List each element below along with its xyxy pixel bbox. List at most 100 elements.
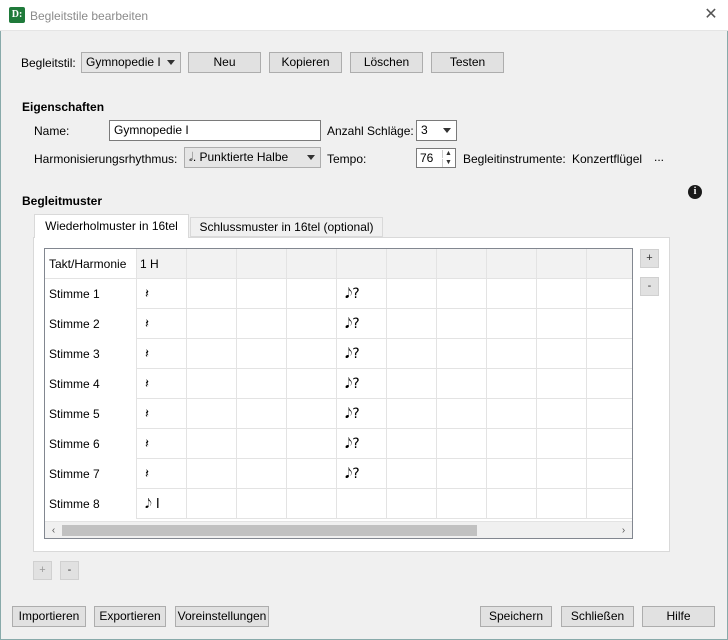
horizontal-scrollbar[interactable]: ‹ › [45, 521, 632, 538]
column-header[interactable] [287, 249, 337, 279]
row-header[interactable]: Stimme 4 [45, 369, 137, 399]
column-header[interactable] [587, 249, 632, 279]
grid-cell[interactable] [187, 429, 237, 459]
scroll-left-icon[interactable]: ‹ [45, 522, 62, 538]
grid-cell[interactable] [587, 429, 632, 459]
beats-select[interactable]: 3 [416, 120, 457, 141]
row-header[interactable]: Stimme 5 [45, 399, 137, 429]
grid-cell[interactable]: 𝄽 [137, 339, 187, 369]
grid-cell[interactable] [587, 309, 632, 339]
grid-cell[interactable]: 𝅘𝅥𝅮? [337, 369, 387, 399]
grid-cell[interactable] [537, 309, 587, 339]
grid-cell[interactable] [437, 279, 487, 309]
test-button[interactable]: Testen [431, 52, 504, 73]
grid-cell[interactable] [487, 459, 537, 489]
grid-cell[interactable] [537, 339, 587, 369]
add-row-button[interactable]: + [33, 561, 52, 580]
row-header[interactable]: Stimme 3 [45, 339, 137, 369]
grid-cell[interactable]: 𝅘𝅥𝅮? [337, 429, 387, 459]
delete-button[interactable]: Löschen [350, 52, 423, 73]
style-select[interactable]: Gymnopedie I [81, 52, 181, 73]
grid-cell[interactable] [387, 339, 437, 369]
grid-cell[interactable] [487, 339, 537, 369]
grid-cell[interactable] [237, 459, 287, 489]
column-header[interactable] [437, 249, 487, 279]
grid-cell[interactable] [587, 279, 632, 309]
grid-cell[interactable] [187, 279, 237, 309]
tab-repeat-pattern[interactable]: Wiederholmuster in 16tel [34, 214, 189, 238]
grid-cell[interactable]: 𝅘𝅥𝅮 I [137, 489, 187, 519]
grid-cell[interactable] [487, 279, 537, 309]
grid-cell[interactable] [587, 459, 632, 489]
grid-cell[interactable] [287, 339, 337, 369]
grid-cell[interactable] [537, 489, 587, 519]
grid-cell[interactable] [237, 399, 287, 429]
grid-cell[interactable] [187, 309, 237, 339]
grid-cell[interactable] [537, 429, 587, 459]
grid-cell[interactable] [437, 339, 487, 369]
tempo-stepper[interactable]: 76 ▲ ▼ [416, 148, 456, 168]
grid-cell[interactable]: 𝅘𝅥𝅮? [337, 279, 387, 309]
grid-cell[interactable] [287, 429, 337, 459]
row-header[interactable]: Stimme 2 [45, 309, 137, 339]
harmony-rhythm-select[interactable]: 𝅗𝅥. Punktierte Halbe [184, 147, 321, 168]
instruments-more-button[interactable]: ... [654, 150, 664, 164]
scroll-thumb[interactable] [62, 525, 477, 536]
stepper-down-icon[interactable]: ▼ [442, 159, 454, 167]
grid-cell[interactable] [387, 489, 437, 519]
grid-cell[interactable] [237, 489, 287, 519]
grid-cell[interactable] [337, 489, 387, 519]
grid-cell[interactable]: 𝄽 [137, 369, 187, 399]
grid-cell[interactable] [587, 399, 632, 429]
grid-cell[interactable] [437, 399, 487, 429]
remove-column-button[interactable]: - [640, 277, 659, 296]
grid-cell[interactable] [437, 429, 487, 459]
grid-cell[interactable] [587, 369, 632, 399]
grid-cell[interactable]: 𝄽 [137, 279, 187, 309]
grid-cell[interactable] [387, 429, 437, 459]
grid-cell[interactable] [287, 399, 337, 429]
grid-cell[interactable] [587, 489, 632, 519]
grid-cell[interactable] [287, 369, 337, 399]
grid-cell[interactable] [437, 459, 487, 489]
row-header[interactable]: Stimme 8 [45, 489, 137, 519]
grid-cell[interactable] [187, 489, 237, 519]
grid-cell[interactable] [387, 309, 437, 339]
grid-cell[interactable] [487, 309, 537, 339]
grid-cell[interactable] [187, 369, 237, 399]
column-header[interactable] [237, 249, 287, 279]
column-header[interactable] [537, 249, 587, 279]
grid-cell[interactable] [387, 369, 437, 399]
stepper-up-icon[interactable]: ▲ [442, 150, 454, 158]
grid-cell[interactable] [187, 339, 237, 369]
remove-row-button[interactable]: - [60, 561, 79, 580]
grid-cell[interactable] [537, 279, 587, 309]
grid-cell[interactable] [187, 399, 237, 429]
preferences-button[interactable]: Voreinstellungen [175, 606, 269, 627]
import-button[interactable]: Importieren [12, 606, 86, 627]
grid-cell[interactable]: 𝅘𝅥𝅮? [337, 459, 387, 489]
grid-cell[interactable]: 𝄽 [137, 399, 187, 429]
add-column-button[interactable]: + [640, 249, 659, 268]
column-header[interactable] [387, 249, 437, 279]
column-header[interactable] [187, 249, 237, 279]
grid-cell[interactable]: 𝄽 [137, 309, 187, 339]
column-header[interactable]: 1 H [137, 249, 187, 279]
copy-button[interactable]: Kopieren [269, 52, 342, 73]
grid-cell[interactable] [487, 399, 537, 429]
export-button[interactable]: Exportieren [94, 606, 166, 627]
grid-cell[interactable] [287, 309, 337, 339]
new-button[interactable]: Neu [188, 52, 261, 73]
column-header[interactable] [487, 249, 537, 279]
grid-cell[interactable]: 𝅘𝅥𝅮? [337, 309, 387, 339]
row-header[interactable]: Stimme 6 [45, 429, 137, 459]
info-icon[interactable]: i [688, 185, 702, 199]
grid-cell[interactable] [387, 399, 437, 429]
row-header[interactable]: Stimme 7 [45, 459, 137, 489]
grid-cell[interactable] [287, 459, 337, 489]
grid-cell[interactable] [487, 429, 537, 459]
tab-end-pattern[interactable]: Schlussmuster in 16tel (optional) [190, 217, 383, 237]
row-header[interactable]: Stimme 1 [45, 279, 137, 309]
grid-cell[interactable] [437, 369, 487, 399]
grid-cell[interactable] [237, 369, 287, 399]
